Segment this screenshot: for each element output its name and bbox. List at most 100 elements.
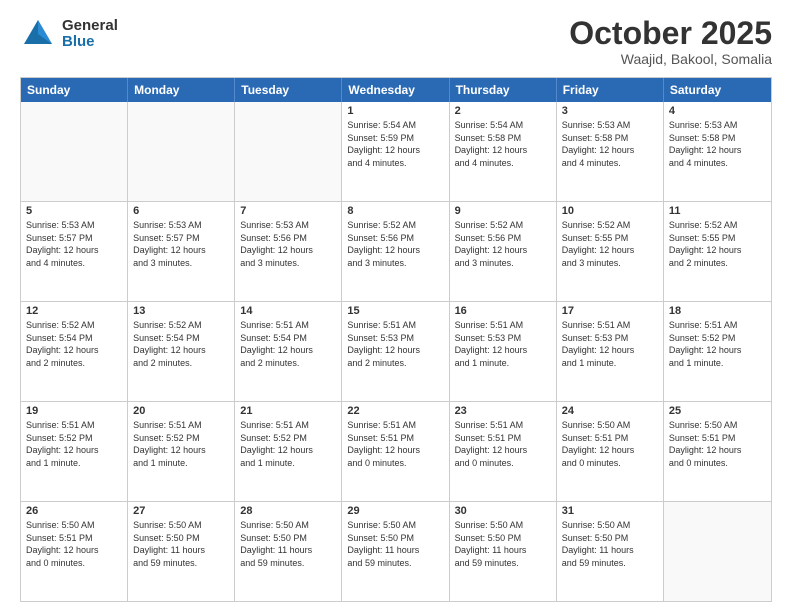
calendar: SundayMondayTuesdayWednesdayThursdayFrid… [20,77,772,602]
day-number: 26 [26,505,122,517]
calendar-cell: 28Sunrise: 5:50 AM Sunset: 5:50 PM Dayli… [235,502,342,601]
cell-detail: Sunrise: 5:53 AM Sunset: 5:56 PM Dayligh… [240,219,336,269]
logo-text: General Blue [62,18,118,51]
cell-detail: Sunrise: 5:50 AM Sunset: 5:51 PM Dayligh… [669,419,766,469]
cell-detail: Sunrise: 5:50 AM Sunset: 5:50 PM Dayligh… [347,519,443,569]
calendar-cell [21,102,128,201]
calendar-cell: 3 Sunrise: 5:53 AM Sunset: 5:58 PM Daylig… [557,102,664,201]
calendar-cell: 6 Sunrise: 5:53 AM Sunset: 5:57 PM Daylig… [128,202,235,301]
calendar-cell [664,502,771,601]
cell-detail: Sunrise: 5:50 AM Sunset: 5:50 PM Dayligh… [240,519,336,569]
day-number: 17 [562,305,658,317]
day-number: 13 [133,305,229,317]
cell-detail: Sunrise: 5:52 AM Sunset: 5:54 PM Dayligh… [133,319,229,369]
cell-detail: Sunrise: 5:51 AM Sunset: 5:54 PM Dayligh… [240,319,336,369]
cell-detail: Sunrise: 5:54 AM Sunset: 5:58 PM Dayligh… [455,119,551,169]
calendar-cell: 5 Sunrise: 5:53 AM Sunset: 5:57 PM Daylig… [21,202,128,301]
cell-detail: Sunrise: 5:51 AM Sunset: 5:52 PM Dayligh… [240,419,336,469]
header-cell-monday: Monday [128,78,235,102]
cell-detail: Sunrise: 5:51 AM Sunset: 5:52 PM Dayligh… [669,319,766,369]
cell-detail: Sunrise: 5:53 AM Sunset: 5:57 PM Dayligh… [26,219,122,269]
logo: General Blue [20,16,118,52]
calendar-row: 1Sunrise: 5:54 AM Sunset: 5:59 PM Daylig… [21,102,771,202]
cell-detail: Sunrise: 5:53 AM Sunset: 5:57 PM Dayligh… [133,219,229,269]
header-cell-wednesday: Wednesday [342,78,449,102]
cell-detail: Sunrise: 5:52 AM Sunset: 5:55 PM Dayligh… [669,219,766,269]
cell-detail: Sunrise: 5:50 AM Sunset: 5:50 PM Dayligh… [455,519,551,569]
cell-detail: Sunrise: 5:51 AM Sunset: 5:53 PM Dayligh… [562,319,658,369]
calendar-cell: 15 Sunrise: 5:51 AM Sunset: 5:53 PM Dayli… [342,302,449,401]
cell-detail: Sunrise: 5:51 AM Sunset: 5:51 PM Dayligh… [455,419,551,469]
calendar-cell: 19 Sunrise: 5:51 AM Sunset: 5:52 PM Dayli… [21,402,128,501]
calendar-cell: 4Sunrise: 5:53 AM Sunset: 5:58 PM Daylig… [664,102,771,201]
calendar-row: 5 Sunrise: 5:53 AM Sunset: 5:57 PM Daylig… [21,202,771,302]
day-number: 11 [669,205,766,217]
calendar-cell: 14 Sunrise: 5:51 AM Sunset: 5:54 PM Dayli… [235,302,342,401]
day-number: 10 [562,205,658,217]
calendar-cell [128,102,235,201]
calendar-cell: 8Sunrise: 5:52 AM Sunset: 5:56 PM Daylig… [342,202,449,301]
calendar-page: General Blue October 2025 Waajid, Bakool… [0,0,792,612]
calendar-cell: 29Sunrise: 5:50 AM Sunset: 5:50 PM Dayli… [342,502,449,601]
cell-detail: Sunrise: 5:54 AM Sunset: 5:59 PM Dayligh… [347,119,443,169]
calendar-cell: 31 Sunrise: 5:50 AM Sunset: 5:50 PM Dayli… [557,502,664,601]
cell-detail: Sunrise: 5:53 AM Sunset: 5:58 PM Dayligh… [562,119,658,169]
day-number: 14 [240,305,336,317]
day-number: 15 [347,305,443,317]
day-number: 21 [240,405,336,417]
calendar-cell: 7Sunrise: 5:53 AM Sunset: 5:56 PM Daylig… [235,202,342,301]
header-cell-sunday: Sunday [21,78,128,102]
header-cell-saturday: Saturday [664,78,771,102]
header-cell-tuesday: Tuesday [235,78,342,102]
cell-detail: Sunrise: 5:50 AM Sunset: 5:51 PM Dayligh… [26,519,122,569]
cell-detail: Sunrise: 5:50 AM Sunset: 5:50 PM Dayligh… [562,519,658,569]
header-cell-thursday: Thursday [450,78,557,102]
calendar-cell: 30 Sunrise: 5:50 AM Sunset: 5:50 PM Dayli… [450,502,557,601]
logo-general: General [62,18,118,35]
cell-detail: Sunrise: 5:51 AM Sunset: 5:53 PM Dayligh… [455,319,551,369]
cell-detail: Sunrise: 5:51 AM Sunset: 5:52 PM Dayligh… [133,419,229,469]
day-number: 6 [133,205,229,217]
day-number: 18 [669,305,766,317]
calendar-cell: 22 Sunrise: 5:51 AM Sunset: 5:51 PM Dayli… [342,402,449,501]
calendar-cell: 20 Sunrise: 5:51 AM Sunset: 5:52 PM Dayli… [128,402,235,501]
day-number: 2 [455,105,551,117]
cell-detail: Sunrise: 5:51 AM Sunset: 5:52 PM Dayligh… [26,419,122,469]
day-number: 30 [455,505,551,517]
cell-detail: Sunrise: 5:53 AM Sunset: 5:58 PM Dayligh… [669,119,766,169]
calendar-cell [235,102,342,201]
month-title: October 2025 [569,16,772,51]
cell-detail: Sunrise: 5:52 AM Sunset: 5:56 PM Dayligh… [455,219,551,269]
day-number: 19 [26,405,122,417]
day-number: 22 [347,405,443,417]
calendar-cell: 11 Sunrise: 5:52 AM Sunset: 5:55 PM Dayli… [664,202,771,301]
page-header: General Blue October 2025 Waajid, Bakool… [20,16,772,67]
calendar-cell: 9 Sunrise: 5:52 AM Sunset: 5:56 PM Daylig… [450,202,557,301]
calendar-cell: 12Sunrise: 5:52 AM Sunset: 5:54 PM Dayli… [21,302,128,401]
cell-detail: Sunrise: 5:51 AM Sunset: 5:51 PM Dayligh… [347,419,443,469]
calendar-cell: 17 Sunrise: 5:51 AM Sunset: 5:53 PM Dayli… [557,302,664,401]
logo-icon [20,16,56,52]
calendar-cell: 24Sunrise: 5:50 AM Sunset: 5:51 PM Dayli… [557,402,664,501]
day-number: 31 [562,505,658,517]
day-number: 25 [669,405,766,417]
title-area: October 2025 Waajid, Bakool, Somalia [569,16,772,67]
cell-detail: Sunrise: 5:50 AM Sunset: 5:50 PM Dayligh… [133,519,229,569]
calendar-row: 12Sunrise: 5:52 AM Sunset: 5:54 PM Dayli… [21,302,771,402]
cell-detail: Sunrise: 5:52 AM Sunset: 5:54 PM Dayligh… [26,319,122,369]
day-number: 5 [26,205,122,217]
header-cell-friday: Friday [557,78,664,102]
calendar-cell: 1Sunrise: 5:54 AM Sunset: 5:59 PM Daylig… [342,102,449,201]
day-number: 20 [133,405,229,417]
cell-detail: Sunrise: 5:52 AM Sunset: 5:55 PM Dayligh… [562,219,658,269]
calendar-cell: 10 Sunrise: 5:52 AM Sunset: 5:55 PM Dayli… [557,202,664,301]
calendar-cell: 21 Sunrise: 5:51 AM Sunset: 5:52 PM Dayli… [235,402,342,501]
day-number: 9 [455,205,551,217]
calendar-row: 26 Sunrise: 5:50 AM Sunset: 5:51 PM Dayli… [21,502,771,601]
calendar-cell: 16Sunrise: 5:51 AM Sunset: 5:53 PM Dayli… [450,302,557,401]
day-number: 3 [562,105,658,117]
cell-detail: Sunrise: 5:51 AM Sunset: 5:53 PM Dayligh… [347,319,443,369]
calendar-cell: 25 Sunrise: 5:50 AM Sunset: 5:51 PM Dayli… [664,402,771,501]
calendar-cell: 2 Sunrise: 5:54 AM Sunset: 5:58 PM Daylig… [450,102,557,201]
calendar-cell: 23Sunrise: 5:51 AM Sunset: 5:51 PM Dayli… [450,402,557,501]
